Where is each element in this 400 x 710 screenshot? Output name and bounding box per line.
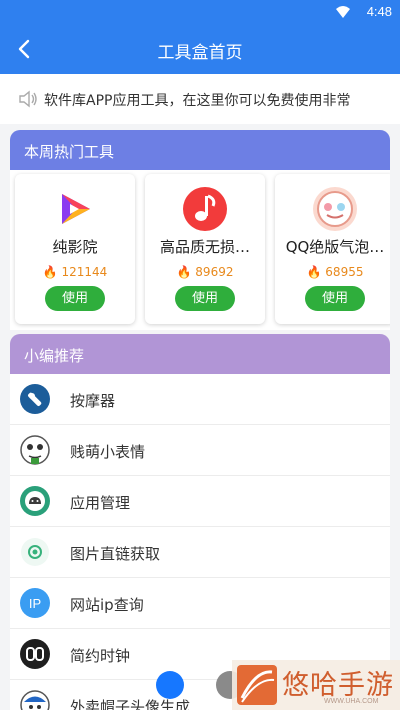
list-item[interactable]: 贱萌小表情: [10, 425, 390, 476]
list-item[interactable]: 应用管理: [10, 476, 390, 527]
watermark-text: 悠哈手游: [282, 670, 394, 701]
watermark-url: WWW.UHA.COM: [324, 698, 379, 705]
use-button[interactable]: 使用: [175, 286, 235, 311]
use-button[interactable]: 使用: [45, 286, 105, 311]
play-icon: [53, 187, 97, 231]
list-item[interactable]: 按摩器: [10, 374, 390, 425]
list-item[interactable]: 图片直链获取: [10, 527, 390, 578]
hot-tool-count-value: 68955: [325, 265, 364, 279]
hot-tool-card[interactable]: 纯影院 🔥 121144 使用: [15, 174, 135, 324]
announcement-text: 软件库APP应用工具，在这里你可以免费使用非常: [44, 93, 351, 109]
speaker-icon: [19, 90, 37, 108]
list-item[interactable]: IP 网站ip查询: [10, 578, 390, 629]
list-item-label: 简约时钟: [70, 647, 131, 665]
hot-tool-count-value: 121144: [61, 265, 108, 279]
hot-tool-name: QQ绝版气泡…: [285, 238, 385, 256]
list-item-label: 图片直链获取: [70, 545, 161, 563]
meme-face-icon: [20, 435, 50, 465]
floating-dot-blue[interactable]: [156, 671, 184, 699]
app-bar: 工具盒首页: [0, 24, 400, 74]
list-item-label: 按摩器: [70, 392, 116, 410]
music-note-icon: [183, 187, 227, 231]
announcement-marquee: 软件库APP应用工具，在这里你可以免费使用非常: [0, 74, 400, 124]
watermark: 悠哈手游 WWW.UHA.COM: [232, 660, 400, 710]
page-title: 工具盒首页: [157, 43, 243, 63]
fire-icon: 🔥: [306, 265, 322, 279]
hot-tool-card[interactable]: 高品质无损… 🔥 89692 使用: [145, 174, 265, 324]
hot-tool-count-value: 89692: [195, 265, 234, 279]
hot-tool-count: 🔥 89692: [145, 265, 265, 279]
ip-icon: IP: [20, 588, 50, 618]
watermark-logo: [237, 665, 277, 705]
image-link-icon: [21, 538, 49, 566]
hot-tool-count: 🔥 121144: [15, 265, 135, 279]
list-item-label: 应用管理: [70, 494, 131, 512]
hat-avatar-icon: [20, 690, 50, 710]
hot-tool-name: 高品质无损…: [159, 238, 250, 256]
fire-icon: 🔥: [42, 265, 58, 279]
status-time: 4:48: [366, 4, 392, 19]
wifi-icon: [336, 6, 350, 18]
bubble-icon: [313, 187, 357, 231]
recommend-header: 小编推荐: [10, 334, 390, 374]
massager-icon: [20, 384, 50, 414]
clock-icon: [20, 639, 50, 669]
list-item-label: 网站ip查询: [70, 596, 144, 614]
status-bar: 4:48: [0, 0, 400, 24]
hot-tools-header: 本周热门工具: [10, 130, 390, 170]
hot-tool-name: 纯影院: [52, 238, 98, 256]
android-icon: [20, 486, 50, 516]
use-button[interactable]: 使用: [305, 286, 365, 311]
svg-text:IP: IP: [29, 596, 41, 611]
list-item-label: 贱萌小表情: [70, 443, 146, 461]
hot-tool-card[interactable]: QQ绝版气泡… 🔥 68955 使用: [275, 174, 390, 324]
hot-tool-count: 🔥 68955: [275, 265, 390, 279]
hot-tools-carousel[interactable]: 纯影院 🔥 121144 使用 高品质无损… 🔥 89692 使用 QQ绝版气泡…: [10, 170, 390, 330]
fire-icon: 🔥: [176, 265, 192, 279]
